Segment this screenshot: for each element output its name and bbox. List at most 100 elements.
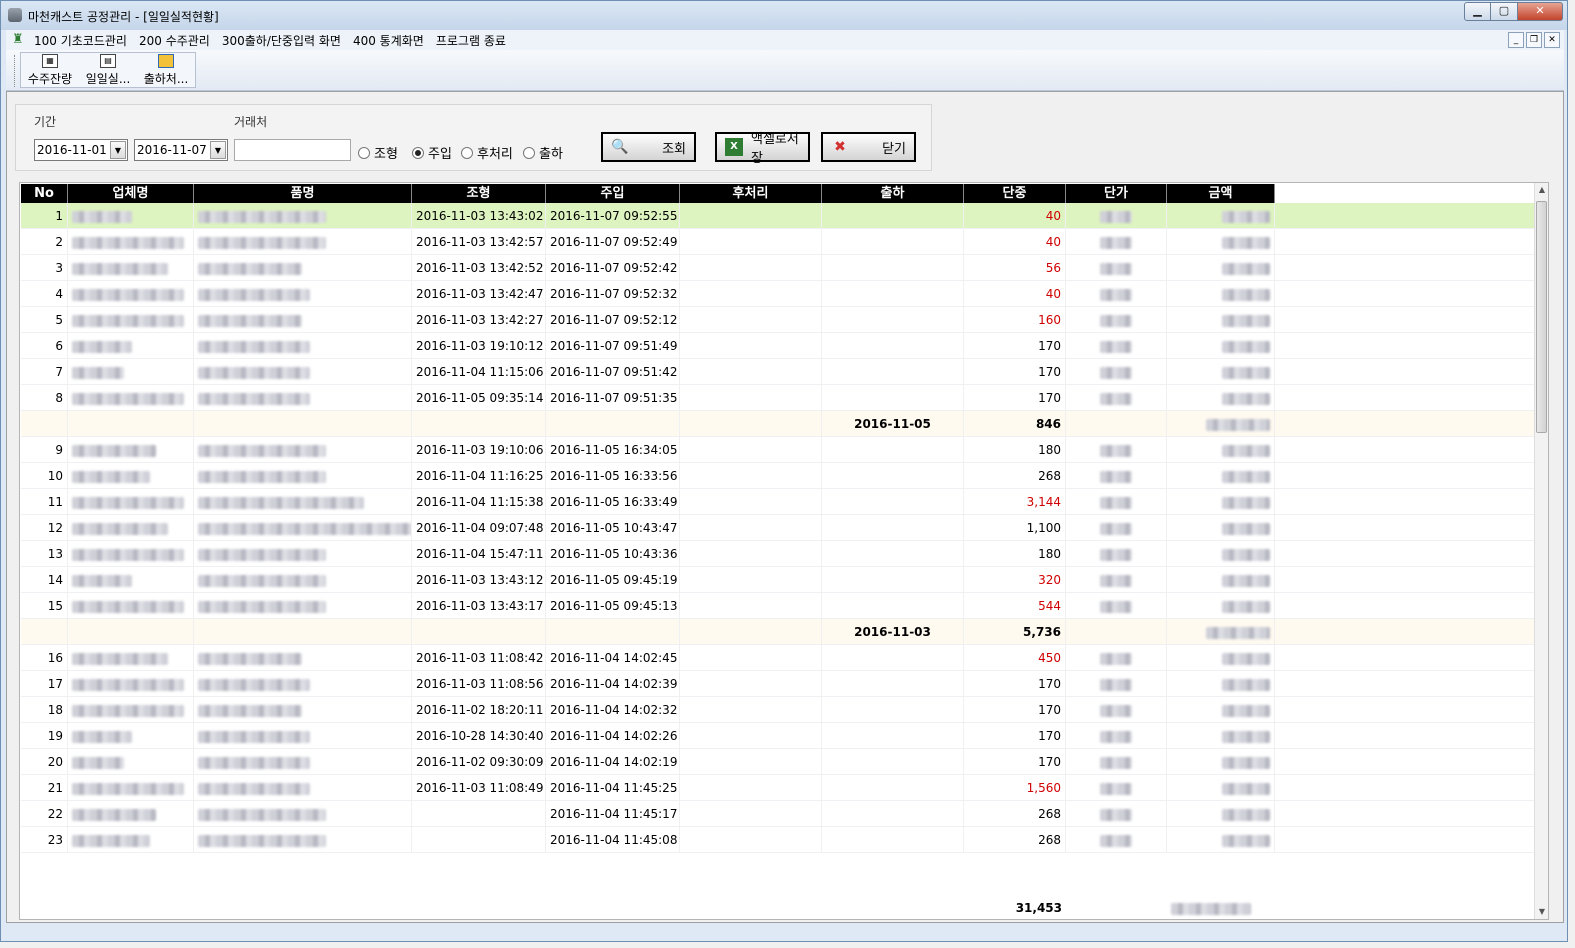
col-company[interactable]: 업체명: [68, 184, 194, 203]
col-product[interactable]: 품명: [194, 184, 412, 203]
table-row[interactable]: 19 2016-10-28 14:30:40 2016-11-04 14:02:26…: [21, 723, 1535, 749]
results-grid[interactable]: No 업체명 품명 조형 주입 후처리 출하 단중 단가 금액 1 2016-11…: [19, 182, 1549, 920]
table-row[interactable]: 3 2016-11-03 13:42:52 2016-11-07 09:52:42 5…: [21, 255, 1535, 281]
table-row[interactable]: 16 2016-11-03 11:08:42 2016-11-04 14:02:45…: [21, 645, 1535, 671]
molding-time: [412, 801, 546, 827]
close-button[interactable]: ✖ 닫기: [821, 132, 916, 162]
company-name-redacted: [68, 203, 194, 229]
subtotal-row[interactable]: 2016-11-03 5,736: [21, 619, 1535, 645]
scroll-thumb[interactable]: [1536, 201, 1547, 433]
col-no[interactable]: No: [21, 184, 68, 203]
amount-redacted: [1167, 827, 1275, 853]
col-molding[interactable]: 조형: [412, 184, 546, 203]
search-button[interactable]: 🔍 조회: [601, 132, 696, 162]
pouring-time: 2016-11-05 10:43:47: [546, 515, 680, 541]
col-post-processing[interactable]: 후처리: [680, 184, 822, 203]
close-window-button[interactable]: ✕: [1518, 2, 1563, 21]
amount-redacted: [1167, 385, 1275, 411]
table-row[interactable]: 17 2016-11-03 11:08:56 2016-11-04 14:02:39…: [21, 671, 1535, 697]
table-row[interactable]: 6 2016-11-03 19:10:12 2016-11-07 09:51:49 1…: [21, 333, 1535, 359]
col-unit-price[interactable]: 단가: [1066, 184, 1167, 203]
radio-molding[interactable]: 조형: [358, 143, 398, 162]
col-pouring[interactable]: 주입: [546, 184, 680, 203]
molding-time: 2016-11-03 13:42:47: [412, 281, 546, 307]
company-name-redacted: [68, 775, 194, 801]
table-row[interactable]: 2 2016-11-03 13:42:57 2016-11-07 09:52:49 4…: [21, 229, 1535, 255]
pouring-time: 2016-11-07 09:51:42: [546, 359, 680, 385]
col-shipping[interactable]: 출하: [822, 184, 964, 203]
subtotal-date: 2016-11-05: [822, 411, 964, 437]
table-row[interactable]: 8 2016-11-05 09:35:14 2016-11-07 09:51:35 1…: [21, 385, 1535, 411]
post-processing-time: [680, 723, 822, 749]
amount-redacted: [1167, 723, 1275, 749]
molding-time: 2016-11-04 09:07:48: [412, 515, 546, 541]
table-row[interactable]: 22 2016-11-04 11:45:17 268: [21, 801, 1535, 827]
toolbar-order-balance-button[interactable]: ▦ 수주잔량: [21, 53, 79, 87]
menu-orders[interactable]: 200 수주관리: [139, 32, 210, 49]
row-no: 7: [21, 359, 68, 385]
grid-report-icon: ▦: [42, 53, 58, 68]
radio-pouring[interactable]: 주입: [412, 143, 452, 162]
menu-shipping-input[interactable]: 300출하/단중입력 화면: [222, 32, 341, 49]
pouring-time: 2016-11-07 09:52:32: [546, 281, 680, 307]
scroll-up-icon[interactable]: ▲: [1535, 183, 1548, 197]
grid-total-row: 31,453: [21, 897, 1275, 919]
app-menu-icon[interactable]: ♜: [12, 32, 28, 48]
col-unit-weight[interactable]: 단중: [964, 184, 1066, 203]
table-row[interactable]: 9 2016-11-03 19:10:06 2016-11-05 16:34:05 1…: [21, 437, 1535, 463]
col-amount[interactable]: 금액: [1167, 184, 1275, 203]
radio-post-processing[interactable]: 후처리: [461, 143, 513, 162]
menu-exit[interactable]: 프로그램 종료: [436, 32, 506, 49]
shipping-time: [822, 775, 964, 801]
table-row[interactable]: 15 2016-11-03 13:43:17 2016-11-05 09:45:13…: [21, 593, 1535, 619]
mdi-minimize-button[interactable]: _: [1508, 32, 1524, 48]
pouring-time: 2016-11-04 14:02:45: [546, 645, 680, 671]
date-to-picker[interactable]: 2016-11-07 ▼: [134, 139, 228, 161]
toolbar-daily-results-button[interactable]: ▤ 일일실...: [79, 53, 137, 87]
chevron-down-icon[interactable]: ▼: [110, 141, 126, 159]
toolbar-shipping-button[interactable]: 출하처...: [137, 53, 195, 87]
minimize-button[interactable]: ▁: [1464, 2, 1491, 21]
subtotal-row[interactable]: 2016-11-05 846: [21, 411, 1535, 437]
unit-weight: 1,560: [964, 775, 1066, 801]
table-row[interactable]: 7 2016-11-04 11:15:06 2016-11-07 09:51:42 1…: [21, 359, 1535, 385]
table-row[interactable]: 21 2016-11-03 11:08:49 2016-11-04 11:45:25…: [21, 775, 1535, 801]
grid-rows: 1 2016-11-03 13:43:02 2016-11-07 09:52:55 4…: [21, 203, 1535, 853]
toolbar-grip[interactable]: [14, 55, 17, 87]
table-row[interactable]: 13 2016-11-04 15:47:11 2016-11-05 10:43:36…: [21, 541, 1535, 567]
shipping-time: [822, 385, 964, 411]
excel-save-button[interactable]: X 액셀로저장: [715, 132, 810, 166]
amount-redacted: [1167, 437, 1275, 463]
table-row[interactable]: 5 2016-11-03 13:42:27 2016-11-07 09:52:12 1…: [21, 307, 1535, 333]
scroll-down-icon[interactable]: ▼: [1535, 905, 1548, 919]
table-row[interactable]: 4 2016-11-03 13:42:47 2016-11-07 09:52:32 4…: [21, 281, 1535, 307]
table-row[interactable]: 12 2016-11-04 09:07:48 2016-11-05 10:43:47…: [21, 515, 1535, 541]
shipping-time: [822, 489, 964, 515]
table-row[interactable]: 10 2016-11-04 11:16:25 2016-11-05 16:33:56…: [21, 463, 1535, 489]
vertical-scrollbar[interactable]: ▲ ▼: [1534, 183, 1548, 919]
table-row[interactable]: 18 2016-11-02 18:20:11 2016-11-04 14:02:32…: [21, 697, 1535, 723]
table-row[interactable]: 20 2016-11-02 09:30:09 2016-11-04 14:02:19…: [21, 749, 1535, 775]
menu-basic-codes[interactable]: 100 기초코드관리: [34, 32, 127, 49]
filter-panel: 기간 거래처 2016-11-01 ▼ 2016-11-07 ▼ 조형 주입 후…: [15, 104, 932, 171]
table-row[interactable]: 11 2016-11-04 11:15:38 2016-11-05 16:33:49…: [21, 489, 1535, 515]
amount-redacted: [1167, 255, 1275, 281]
mdi-restore-button[interactable]: ❐: [1526, 32, 1542, 48]
table-row[interactable]: 23 2016-11-04 11:45:08 268: [21, 827, 1535, 853]
pouring-time: 2016-11-07 09:52:12: [546, 307, 680, 333]
table-row[interactable]: 1 2016-11-03 13:43:02 2016-11-07 09:52:55 4…: [21, 203, 1535, 229]
date-from-picker[interactable]: 2016-11-01 ▼: [34, 139, 128, 161]
partner-input[interactable]: [234, 139, 351, 161]
mdi-close-button[interactable]: ✕: [1544, 32, 1560, 48]
amount-redacted: [1167, 671, 1275, 697]
row-no: 9: [21, 437, 68, 463]
amount-redacted: [1167, 515, 1275, 541]
table-row[interactable]: 14 2016-11-03 13:43:12 2016-11-05 09:45:19…: [21, 567, 1535, 593]
maximize-button[interactable]: ▢: [1491, 2, 1518, 21]
radio-shipping[interactable]: 출하: [523, 143, 563, 162]
title-bar[interactable]: 마천캐스트 공정관리 - [일일실적현황] ▁ ▢ ✕: [1, 1, 1567, 30]
chevron-down-icon[interactable]: ▼: [210, 141, 226, 159]
menu-statistics[interactable]: 400 통계화면: [353, 32, 424, 49]
product-name-redacted: [194, 827, 412, 853]
row-no: 12: [21, 515, 68, 541]
